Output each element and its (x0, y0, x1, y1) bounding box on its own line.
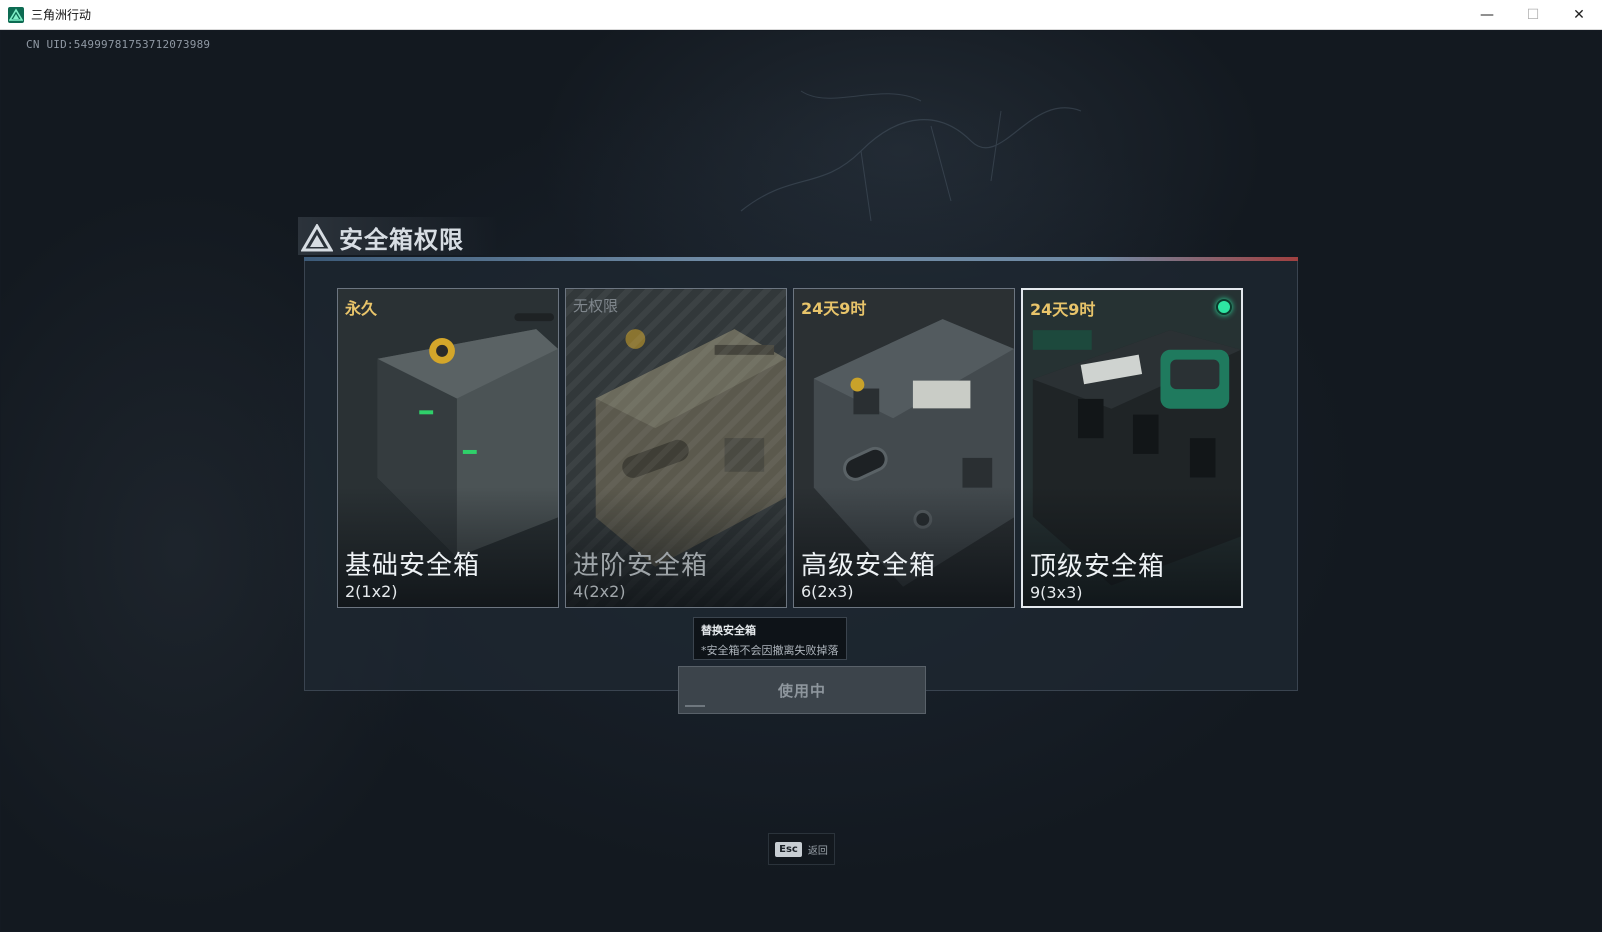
safe-box-card-premium[interactable]: 24天9时 高级安全箱 6(2x3) (793, 288, 1015, 608)
in-use-button[interactable]: 使用中 (678, 666, 926, 714)
panel-heading: 安全箱权限 (301, 220, 464, 255)
player-uid: CN UID:549997817537120739​89 (26, 38, 211, 51)
card-duration: 永久 (345, 299, 378, 318)
in-use-indicator-icon (1216, 299, 1232, 315)
card-name: 进阶安全箱 (573, 551, 709, 581)
esc-key-icon: Esc (775, 841, 802, 857)
replace-safe-box-tooltip: 替换安全箱 *安全箱不会因撤离失败掉落 (693, 617, 847, 660)
button-corner-mark (685, 705, 705, 707)
card-capacity: 6(2x3) (801, 582, 854, 601)
app-logo-icon (8, 6, 24, 23)
card-duration: 24天9时 (1030, 300, 1096, 319)
tooltip-title: 替换安全箱 (701, 624, 756, 637)
window-title: 三角洲行动 (31, 8, 92, 22)
close-button[interactable]: ✕ (1556, 0, 1602, 30)
esc-back-button[interactable]: Esc 返回 (768, 833, 835, 865)
window-titlebar: 三角洲行动 — ☐ ✕ (0, 0, 1602, 30)
card-capacity: 4(2x2) (573, 582, 626, 601)
in-use-button-label: 使用中 (777, 681, 826, 700)
game-viewport: CN UID:549997817537120739​89 安全箱权限 永久 基础… (1, 31, 1601, 931)
maximize-button[interactable]: ☐ (1510, 0, 1556, 30)
card-name: 基础安全箱 (345, 551, 481, 581)
card-duration: 无权限 (573, 297, 619, 315)
delta-logo-icon (301, 223, 333, 251)
panel-title: 安全箱权限 (339, 226, 464, 254)
card-name: 顶级安全箱 (1030, 552, 1166, 582)
safe-box-card-top[interactable]: 24天9时 顶级安全箱 9(3x3) (1021, 288, 1243, 608)
background-map-decoration (740, 90, 1082, 222)
tooltip-note: *安全箱不会因撤离失败掉落 (701, 644, 839, 657)
card-capacity: 2(1x2) (345, 582, 398, 601)
safe-box-card-basic[interactable]: 永久 基础安全箱 2(1x2) (337, 288, 559, 608)
safe-box-card-advanced[interactable]: 无权限 进阶安全箱 4(2x2) (565, 288, 787, 608)
minimize-button[interactable]: — (1464, 0, 1510, 30)
card-duration: 24天9时 (801, 299, 867, 318)
card-capacity: 9(3x3) (1030, 583, 1083, 602)
esc-back-label: 返回 (807, 845, 828, 857)
card-name: 高级安全箱 (801, 551, 937, 581)
panel-top-border (304, 257, 1298, 261)
